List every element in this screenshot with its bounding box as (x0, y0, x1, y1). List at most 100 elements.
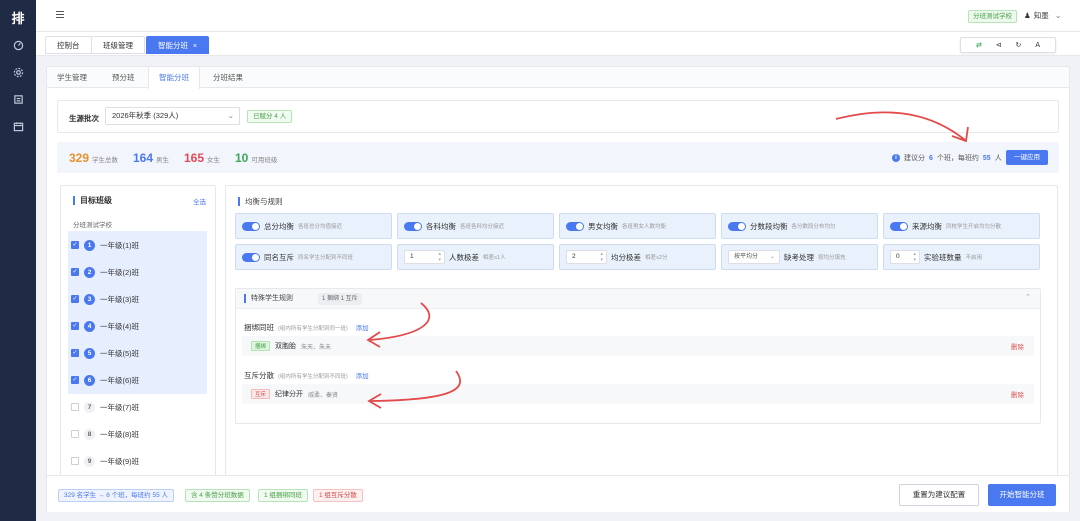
tool-bar: ⇄ ⊲ ↻ A (960, 37, 1056, 53)
subtab-pre-grouping[interactable]: 预分班 (102, 67, 145, 88)
class-item[interactable]: 9 一年级(9)班 (71, 451, 139, 471)
checkbox-checked[interactable]: ✓ (71, 376, 79, 384)
class-item[interactable]: 7 一年级(7)班 (71, 397, 139, 417)
exclusive-count-chip: 1 组互斥分散 (313, 489, 363, 502)
headcount-stepper[interactable]: 1 ▴ ▾ (404, 250, 445, 264)
toggle-switch[interactable] (890, 221, 908, 231)
experimental-stepper[interactable]: 0 ▴ ▾ (890, 250, 920, 264)
sub-tabs: 学生管理 预分班 智能分班 分班结果 (47, 67, 1069, 89)
toggle-switch[interactable] (242, 252, 260, 262)
select-all-link[interactable]: 全选 (193, 196, 206, 206)
font-icon[interactable]: A (1035, 42, 1040, 49)
stats-bar: 329 学生总数 164 男生 165 女生 10 可用班级 i 建议分 6 个班，每班约 5… (57, 142, 1059, 173)
toggle-switch[interactable] (566, 221, 584, 231)
toggle-switch[interactable] (728, 221, 746, 231)
bind-count-chip: 1 组捆绑同班 (258, 489, 308, 502)
add-bind-link[interactable]: 添加 (356, 325, 369, 332)
apply-button[interactable]: 一键应用 (1006, 150, 1048, 165)
toggle-switch[interactable] (404, 221, 422, 231)
chevron-down-icon: ⌄ (1054, 11, 1062, 20)
suggestion-text: i 建议分 6 个班，每班约 55 人 (892, 153, 1002, 163)
checkbox[interactable] (71, 430, 79, 438)
tab-console[interactable]: 控制台 (45, 36, 92, 54)
subtab-smart-grouping[interactable]: 智能分班 (148, 67, 200, 89)
exclusive-group-name: 纪律分开 (275, 391, 304, 398)
stat-female: 165 女生 (184, 151, 221, 165)
user-name: 知墨 (1033, 11, 1049, 20)
rules-panel: 均衡与规则 总分均衡 各班总分均值接近 各科均衡 各班各科均分接近 男女均衡 各班男女… (225, 185, 1058, 477)
delete-exclusive-link[interactable]: 删除 (1011, 389, 1024, 399)
special-rules-title: 特殊学生规则 (244, 294, 293, 303)
dashboard-icon[interactable] (11, 38, 25, 52)
tab-class-management[interactable]: 班级管理 (91, 36, 145, 54)
settings-icon[interactable] (11, 65, 25, 79)
special-rules-section: 特殊学生规则 1 捆绑 1 互斥 ⌃ 捆绑同班 (组内所有学生分配到同一班) 添加 … (235, 288, 1041, 424)
target-classes-title: 目标班级 (73, 196, 112, 205)
reset-button[interactable]: 重置为建议配置 (899, 484, 979, 506)
toggle-switch[interactable] (242, 221, 260, 231)
start-grouping-button[interactable]: 开始智能分班 (988, 484, 1056, 506)
scored-tag: 已赋分 4 人 (247, 110, 293, 123)
close-tab-icon[interactable]: × (193, 43, 197, 50)
stat-total: 329 学生总数 (69, 151, 119, 165)
calendar-icon[interactable] (11, 119, 25, 133)
rule-average-range: 2 ▴ ▾ 均分极差 相差≤2分 (559, 244, 716, 270)
stat-male: 164 男生 (133, 151, 170, 165)
top-bar: 分班测试学校 ♟ 知墨 ⌄ (36, 0, 1080, 32)
exclusive-tag: 互斥 (251, 389, 271, 399)
rule-gender-balance: 男女均衡 各班男女人数均衡 (559, 213, 716, 239)
checkbox-checked[interactable]: ✓ (71, 268, 79, 276)
checkbox-checked[interactable]: ✓ (71, 241, 79, 249)
class-item[interactable]: ✓ 3 一年级(3)班 (71, 289, 139, 309)
checkbox[interactable] (71, 457, 79, 465)
rule-absent-handling: 按平均分 ⌄ 缺考处理 按均分填充 (721, 244, 878, 270)
footer-bar: 329 名学生 → 6 个班，每班约 55 人 含 4 条赞分班数据 1 组捆绑… (47, 475, 1069, 512)
checkbox[interactable] (71, 403, 79, 411)
school-name: 分班测试学校 (73, 222, 112, 229)
class-item[interactable]: ✓ 2 一年级(2)班 (71, 262, 139, 282)
checkbox-checked[interactable]: ✓ (71, 349, 79, 357)
rule-total-balance: 总分均衡 各班总分均值接近 (235, 213, 392, 239)
exclusive-group-row: 互斥 纪律分开 戚柔、秦贤 删除 (242, 384, 1034, 404)
batch-select[interactable]: 2026年秋季 (329人) ⌄ (105, 107, 240, 125)
collapse-icon[interactable]: ⌃ (1025, 293, 1031, 301)
checkbox-checked[interactable]: ✓ (71, 295, 79, 303)
bind-group-row: 捆绑 双胞胎 朱天、朱未 删除 (242, 336, 1034, 356)
sidebar: 排 (0, 0, 36, 521)
batch-label: 生源批次 (69, 114, 99, 123)
rule-score-band-balance: 分数段均衡 各分数段分布均匀 (721, 213, 878, 239)
subtab-grouping-result[interactable]: 分班结果 (203, 67, 253, 88)
class-item[interactable]: ✓ 4 一年级(4)班 (71, 316, 139, 336)
delete-bind-link[interactable]: 删除 (1011, 341, 1024, 351)
refresh-icon[interactable]: ↻ (1016, 41, 1022, 49)
send-icon[interactable]: ⊲ (996, 41, 1002, 49)
class-item[interactable]: ✓ 5 一年级(5)班 (71, 343, 139, 363)
rules-title: 均衡与规则 (238, 197, 283, 206)
class-item[interactable]: 8 一年级(8)班 (71, 424, 139, 444)
class-item[interactable]: ✓ 1 一年级(1)班 (71, 235, 139, 255)
class-item[interactable]: ✓ 6 一年级(6)班 (71, 370, 139, 390)
main-panel: 学生管理 预分班 智能分班 分班结果 生源批次 2026年秋季 (329人) ⌄ … (46, 66, 1070, 512)
user-icon: ♟ (1024, 11, 1031, 20)
special-rules-header[interactable]: 特殊学生规则 1 捆绑 1 互斥 ⌃ (236, 289, 1040, 309)
school-tag: 分班测试学校 (968, 10, 1017, 23)
subtab-student-management[interactable]: 学生管理 (47, 67, 97, 88)
building-icon[interactable] (11, 92, 25, 106)
rule-subject-balance: 各科均衡 各班各科均分接近 (397, 213, 554, 239)
tab-smart-grouping[interactable]: 智能分班 × (146, 36, 210, 54)
menu-toggle-icon[interactable] (56, 11, 64, 19)
average-stepper[interactable]: 2 ▴ ▾ (566, 250, 607, 264)
info-icon: i (892, 154, 900, 162)
rule-headcount-range: 1 ▴ ▾ 人数极差 相差≤1人 (397, 244, 554, 270)
stat-classes: 10 可用班级 (235, 151, 278, 165)
app-logo: 排 (11, 10, 25, 26)
chevron-down-icon: ⌄ (769, 254, 775, 260)
exclusive-members: 戚柔、秦贤 (308, 392, 339, 399)
summary-chip: 329 名学生 → 6 个班，每班约 55 人 (58, 489, 175, 502)
absent-handling-select[interactable]: 按平均分 ⌄ (728, 250, 780, 264)
exclusive-group-title: 互斥分散 (组内所有学生分配到不同班) 添加 (244, 371, 369, 380)
checkbox-checked[interactable]: ✓ (71, 322, 79, 330)
add-exclusive-link[interactable]: 添加 (356, 373, 369, 380)
swap-icon[interactable]: ⇄ (976, 41, 982, 49)
user-menu[interactable]: ♟ 知墨 ⌄ (1024, 10, 1061, 21)
